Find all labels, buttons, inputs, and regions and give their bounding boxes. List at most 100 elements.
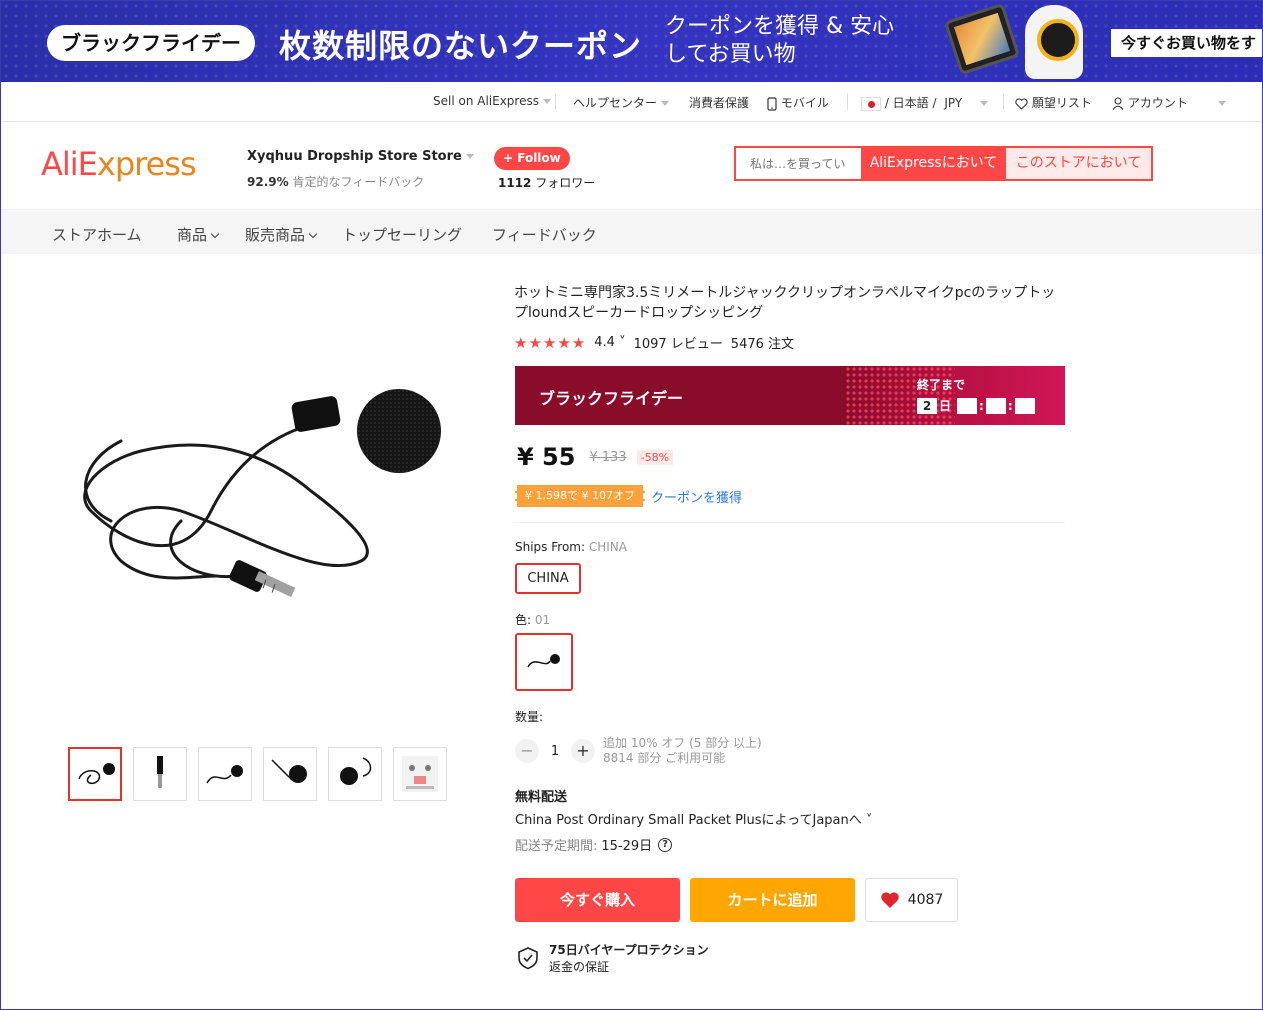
- followers-count: 1112: [498, 176, 532, 190]
- delivery-estimate: 配送予定期間: 15-29日 ?: [515, 835, 673, 854]
- caret-down-icon: [465, 154, 474, 159]
- bulk-discount-note: 追加 10% オフ (5 部分 以上): [603, 736, 762, 750]
- buyer-protection[interactable]: 75日バイヤープロテクション 返金の保証: [517, 941, 709, 975]
- chevron-down-icon: [308, 229, 318, 239]
- search-store-button[interactable]: このストアにおいて: [1006, 148, 1151, 179]
- rating-row: ★★★★★ 4.4 ˅ 1097 レビュー 5476 注文: [514, 333, 794, 353]
- quantity-minus-button[interactable]: −: [515, 739, 539, 763]
- add-to-cart-button[interactable]: カートに追加: [690, 878, 855, 922]
- store-feedback: 92.9% 肯定的なフィードバック: [247, 173, 424, 190]
- sell-label: Sell on AliExpress: [433, 94, 539, 108]
- ships-label: Ships From:: [515, 540, 586, 554]
- store-nav-home[interactable]: ストアホーム: [52, 224, 142, 245]
- color-swatch-image: [527, 654, 560, 668]
- feedback-percent: 92.9%: [247, 175, 289, 189]
- thumbnail-5[interactable]: [328, 747, 382, 801]
- protection-subtitle: 返金の保証: [549, 960, 610, 974]
- get-coupon-link[interactable]: クーポンを獲得: [651, 487, 742, 506]
- search-all-button[interactable]: AliExpressにおいて: [861, 148, 1006, 179]
- countdown-label: 終了まで: [917, 378, 966, 392]
- caret-down-icon: [542, 99, 551, 104]
- day-unit: 日: [939, 399, 952, 413]
- caret-down-icon: [661, 101, 670, 106]
- language-currency-selector[interactable]: / 日本語 / JPY: [861, 94, 989, 111]
- countdown-days: 2: [917, 397, 937, 414]
- store-nav: ストアホーム 商品 販売商品 トップセーリング フィードバック: [1, 209, 1262, 254]
- help-center-link[interactable]: ヘルプセンター: [573, 94, 670, 111]
- shipping-method[interactable]: China Post Ordinary Small Packet Plusによっ…: [515, 809, 872, 828]
- search-bar: AliExpressにおいて このストアにおいて: [734, 146, 1153, 181]
- mobile-link[interactable]: モバイル: [767, 94, 829, 111]
- countdown-minutes: [985, 397, 1006, 414]
- sell-link[interactable]: Sell on AliExpress: [433, 94, 551, 108]
- banner-shop-button[interactable]: 今すぐお買い物をす: [1111, 29, 1262, 57]
- thumbnail-3[interactable]: [198, 747, 252, 801]
- caret-down-icon: [980, 101, 989, 106]
- color-option-01[interactable]: [515, 633, 573, 691]
- rating-text: 4.4: [594, 335, 615, 350]
- followers-label: フォロワー: [535, 176, 596, 190]
- discount-badge: -58%: [636, 449, 674, 465]
- mobile-label: モバイル: [780, 96, 829, 110]
- mobile-icon: [767, 96, 777, 111]
- help-label: ヘルプセンター: [573, 96, 658, 110]
- thumbnail-2[interactable]: [133, 747, 187, 801]
- original-price: ¥ 133: [589, 449, 627, 465]
- heart-icon: [880, 892, 899, 908]
- products-label: 商品: [177, 226, 208, 244]
- buyer-protection-link[interactable]: 消費者保護: [689, 94, 749, 111]
- heart-outline-icon: [1015, 97, 1028, 110]
- search-input[interactable]: [736, 148, 861, 179]
- quantity-stepper: − 1 + 追加 10% オフ (5 部分 以上) 8814 部分 ご利用可能: [515, 736, 762, 766]
- countdown-seconds: [1014, 397, 1035, 414]
- store-nav-products[interactable]: 商品: [177, 224, 220, 245]
- wishlist-link[interactable]: 願望リスト: [1015, 94, 1092, 111]
- banner-headline: 枚数制限のないクーポン: [279, 27, 643, 65]
- free-shipping-title: 無料配送: [515, 790, 568, 805]
- feedback-label: 肯定的なフィードバック: [292, 175, 425, 189]
- top-nav: Sell on AliExpress ヘルプセンター 消費者保護 モバイル / …: [1, 82, 1262, 122]
- divider: [555, 94, 556, 110]
- store-nav-sale[interactable]: 販売商品: [245, 224, 318, 245]
- price-row: ¥ 55 ¥ 133 -58%: [517, 443, 674, 471]
- store-nav-feedback[interactable]: フィードバック: [492, 224, 597, 245]
- logo-part-a: AliE: [41, 145, 98, 183]
- help-icon[interactable]: ?: [658, 837, 673, 852]
- aliexpress-logo[interactable]: AliExpress: [41, 145, 197, 183]
- caret-down-icon: [1217, 101, 1226, 106]
- thumbnail-6[interactable]: [393, 747, 447, 801]
- account-link[interactable]: アカウント: [1112, 94, 1226, 111]
- chevron-down-icon: [210, 229, 220, 239]
- quantity-note: 追加 10% オフ (5 部分 以上) 8814 部分 ご利用可能: [603, 736, 762, 766]
- product-main-image[interactable]: [61, 381, 451, 631]
- countdown: 終了まで 2 日 : :: [917, 376, 1035, 414]
- user-icon: [1112, 97, 1124, 110]
- promo-label: ブラックフライデー: [539, 389, 684, 408]
- thumbnail-strip: [68, 747, 447, 801]
- store-nav-top-selling[interactable]: トップセーリング: [342, 224, 462, 245]
- review-count[interactable]: 1097 レビュー: [634, 333, 723, 352]
- thumbnail-1[interactable]: [68, 747, 122, 801]
- ships-from-option-china[interactable]: CHINA: [515, 563, 581, 594]
- current-price: ¥ 55: [517, 443, 576, 471]
- quantity-value[interactable]: 1: [539, 744, 571, 759]
- coupon-row: ¥ 1,598で ¥ 107オフ クーポンを獲得: [515, 485, 742, 507]
- japan-flag-icon: [861, 96, 881, 111]
- followers: 1112 フォロワー: [498, 174, 595, 191]
- banner-pill: ブラックフライデー: [47, 25, 255, 61]
- quantity-plus-button[interactable]: +: [571, 739, 595, 763]
- promo-banner[interactable]: ブラックフライデー 枚数制限のないクーポン クーポンを獲得 & 安心してお買い物…: [1, 1, 1262, 82]
- account-label: アカウント: [1127, 96, 1188, 110]
- buy-now-button[interactable]: 今すぐ購入: [515, 878, 680, 922]
- currency-label: JPY: [944, 96, 963, 110]
- ships-from-label: Ships From: CHINA: [515, 540, 627, 554]
- eta-value: 15-29日: [601, 839, 653, 854]
- rating-value[interactable]: 4.4 ˅: [594, 335, 625, 350]
- thumbnail-4[interactable]: [263, 747, 317, 801]
- follow-button[interactable]: + Follow: [494, 147, 570, 170]
- protection-title: 75日バイヤープロテクション: [549, 943, 709, 957]
- wishlist-label: 願望リスト: [1031, 96, 1092, 110]
- wishlist-button[interactable]: 4087: [865, 878, 958, 922]
- store-name[interactable]: Xyqhuu Dropship Store Store: [247, 149, 474, 164]
- divider: [1003, 94, 1004, 110]
